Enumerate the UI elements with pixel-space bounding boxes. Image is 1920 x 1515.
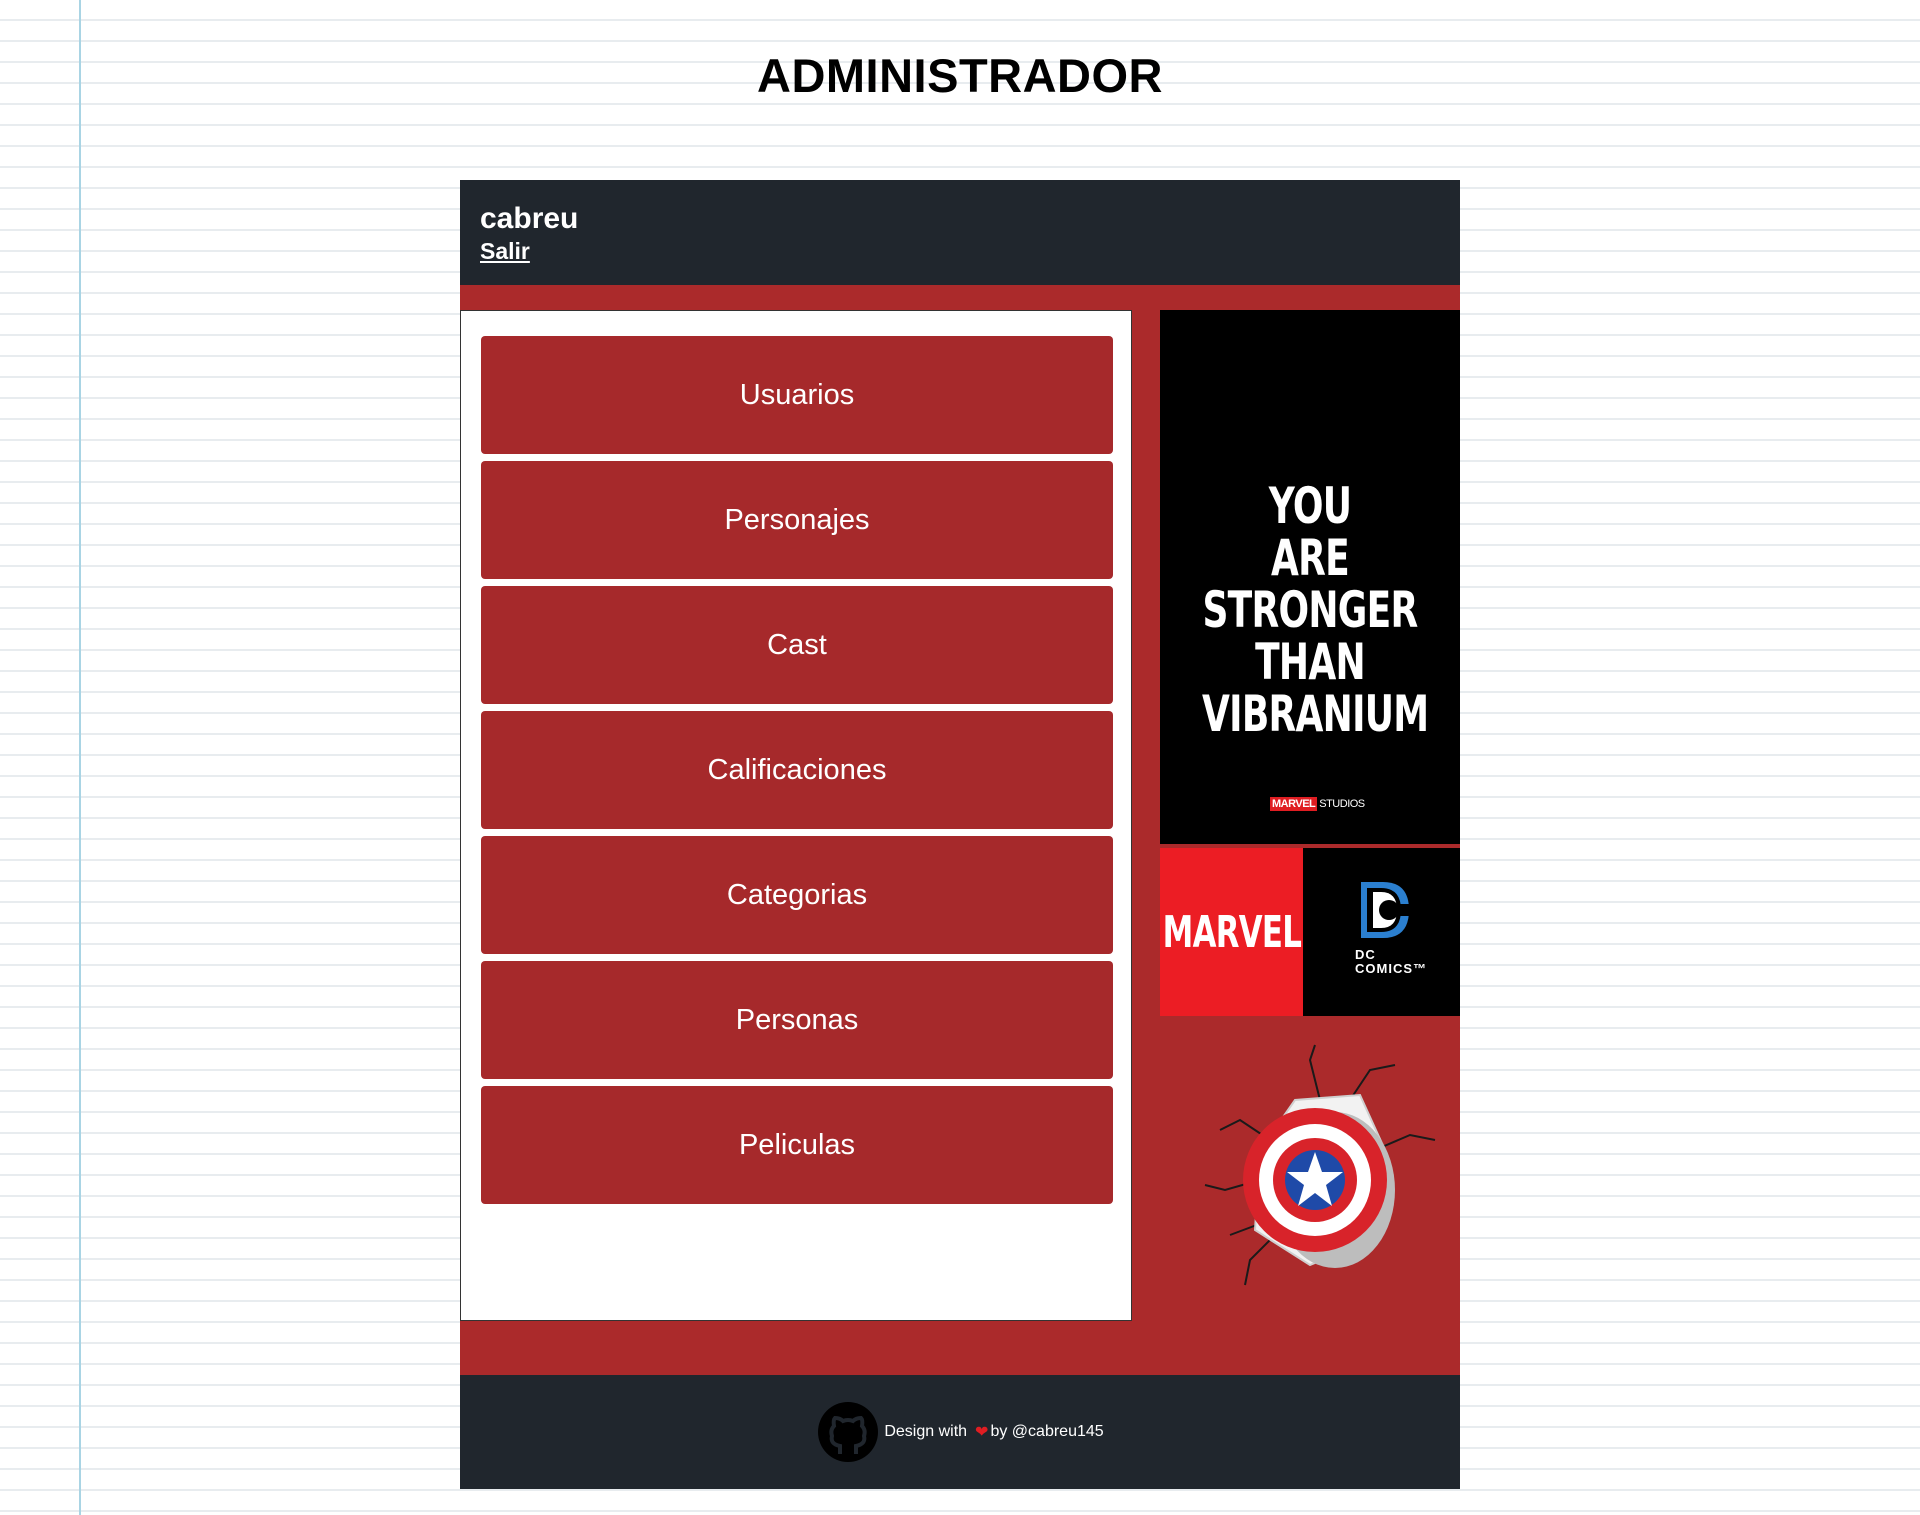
dc-comics-label: DC COMICS™ [1355, 947, 1427, 976]
poster-text: YOU ARE STRONGER THAN VIBRANIUM [1202, 477, 1429, 743]
footer-author-text: by @cabreu145 [990, 1423, 1104, 1440]
username: cabreu [480, 202, 579, 235]
app-footer: Design with ❤ by @cabreu145 [460, 1375, 1460, 1489]
marvel-studios-logo: MARVEL STUDIOS [1270, 795, 1365, 813]
admin-panel: cabreu Salir Usuarios Personajes Cast Ca… [460, 180, 1460, 1489]
vibranium-poster: YOU ARE STRONGER THAN VIBRANIUM MARVEL S… [1160, 310, 1460, 844]
captain-america-shield-icon [1204, 1044, 1436, 1286]
menu-button-cast[interactable]: Cast [481, 586, 1113, 704]
marvel-logo: MARVEL [1160, 848, 1303, 1016]
page-title: ADMINISTRADOR [757, 49, 1163, 102]
logout-link[interactable]: Salir [480, 238, 530, 265]
dc-comics-logo: DC COMICS™ [1303, 848, 1460, 1016]
poster-line: VIBRANIUM [1202, 685, 1429, 743]
app-header: cabreu Salir [460, 180, 1460, 285]
marvel-logo-text: MARVEL [1162, 906, 1301, 958]
menu-button-calificaciones[interactable]: Calificaciones [481, 711, 1113, 829]
poster-line: ARE [1270, 529, 1350, 587]
menu-button-categorias[interactable]: Categorias [481, 836, 1113, 954]
github-icon[interactable] [816, 1400, 880, 1464]
menu-button-personajes[interactable]: Personajes [481, 461, 1113, 579]
brand-logos: MARVEL DC COMICS™ [1160, 848, 1460, 1016]
poster-line: STRONGER [1202, 581, 1418, 639]
menu-button-personas[interactable]: Personas [481, 961, 1113, 1079]
notebook-margin-line [79, 0, 81, 1515]
footer-content: Design with ❤ by @cabreu145 [460, 1375, 1460, 1489]
menu-panel: Usuarios Personajes Cast Calificaciones … [460, 310, 1132, 1321]
poster-line: YOU [1268, 477, 1352, 535]
marvel-studios-word: STUDIOS [1319, 798, 1365, 810]
poster-line: THAN [1255, 633, 1366, 691]
heart-icon: ❤ [975, 1424, 989, 1441]
dc-logo-icon [1361, 882, 1413, 938]
footer-design-text: Design with [884, 1423, 968, 1440]
menu-button-peliculas[interactable]: Peliculas [481, 1086, 1113, 1204]
menu-button-usuarios[interactable]: Usuarios [481, 336, 1113, 454]
marvel-studios-brand: MARVEL [1270, 797, 1318, 811]
